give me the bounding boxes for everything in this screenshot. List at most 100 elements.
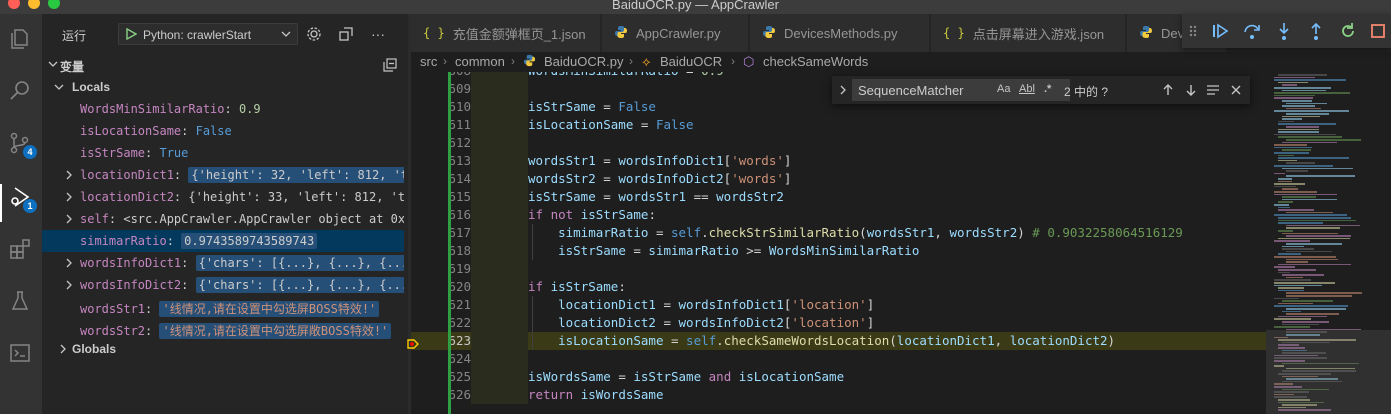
find-input[interactable]: SequenceMatcher Aa Abl .* [852,79,1070,101]
code-line[interactable]: 624 [411,350,1266,368]
continue-icon[interactable] [1210,21,1230,41]
minimap-slider[interactable] [1266,330,1391,414]
variable-row[interactable]: wordsInfoDict2: {'chars': [{...}, {...},… [42,274,404,296]
search-icon[interactable] [7,78,33,104]
tab-label: Dev [1161,25,1185,41]
collapse-all-icon[interactable] [382,57,398,73]
variable-name: wordsStr2 [80,324,146,338]
code-line[interactable]: 625 isWordsSame = isStrSame and isLocatio… [411,368,1266,386]
debug-stackframe-icon[interactable] [407,338,419,350]
minimap-line [1282,196,1316,198]
breadcrumb-item-file[interactable]: BaiduOCR.py [544,54,623,69]
step-over-icon[interactable] [1242,21,1262,41]
testing-icon[interactable] [7,288,33,314]
stop-icon[interactable] [1368,21,1388,41]
globals-scope[interactable]: Globals [42,338,404,360]
line-number: 623 [448,333,471,348]
variable-row[interactable]: wordsStr1: '线情况,请在设置中勾选屏BOSS特效!' [42,296,404,318]
code-line[interactable]: 614 wordsStr2 = wordsInfoDict2['words'] [411,170,1266,188]
tab-recharge-json[interactable]: { } 充值金额弹框页_1.json [411,14,601,52]
run-debug-icon[interactable]: 1 [7,184,37,213]
indent-region [471,296,528,314]
tab-label: 点击屏幕进入游戏.json [972,26,1105,42]
code-line[interactable]: 618 isStrSame = simimarRatio >= WordsMin… [411,242,1266,260]
minimap-line [1282,89,1327,92]
explorer-icon[interactable] [7,26,33,52]
breadcrumb-item-method[interactable]: checkSameWords [763,54,868,69]
code-line[interactable]: 620 if isStrSame: [411,278,1266,296]
regex-icon[interactable]: .* [1044,83,1051,95]
locals-scope[interactable]: Locals [42,76,404,98]
chevron-right-icon[interactable] [64,170,74,180]
launch-config-select[interactable]: Python: crawlerStart [118,23,298,45]
line-number: 608 [411,72,471,78]
code-line[interactable]: 626 return isWordsSame [411,386,1266,404]
tab-appcrawler-py[interactable]: AppCrawler.py [602,14,749,52]
code-editor[interactable]: 608 WordsMinSimilarRatio = 0.9 609 610 isStr… [411,72,1266,414]
chevron-right-icon[interactable] [64,258,74,268]
find-in-selection-icon[interactable] [1205,82,1221,98]
chevron-right-icon[interactable] [64,192,74,202]
variable-row[interactable]: simimarRatio: 0.9743589743589743 [42,230,404,252]
restart-icon[interactable] [1338,21,1358,41]
variable-value: '线情况,请在设置中勾选屏BOSS特效!' [159,301,380,317]
variable-row[interactable]: isLocationSame: False [42,120,404,142]
git-change-gutter [448,72,451,414]
code-line[interactable]: 619 [411,260,1266,278]
debug-toolbar [1182,14,1391,48]
whole-word-icon[interactable]: Abl [1019,83,1035,95]
chevron-right-icon[interactable] [64,280,74,290]
minimap-line [1278,289,1305,292]
code-line[interactable]: 611 isLocationSame = False [411,116,1266,134]
close-icon[interactable] [1228,82,1244,98]
minimap-line [1274,297,1299,300]
variable-row[interactable]: wordsStr2: '线情况,请在设置中勾选屏敞BOSS特效!' [42,318,404,340]
source-control-icon[interactable]: 4 [7,130,37,159]
breadcrumb-item-src[interactable]: src [420,54,437,69]
tab-devicesmethods-py[interactable]: DevicesMethods.py [750,14,930,52]
open-config-icon[interactable] [336,24,356,44]
minimap-line [1274,97,1314,99]
code-line[interactable]: 616 if not isStrSame: [411,206,1266,224]
breadcrumb-item-common[interactable]: common [455,54,505,69]
gear-icon[interactable] [304,24,324,44]
code-line[interactable]: 617 simimarRatio = self.checkStrSimilarR… [411,224,1266,242]
tab-tapscreen-json[interactable]: { } 点击屏幕进入游戏.json [931,14,1126,52]
code-line[interactable]: 615 isStrSame = wordsStr1 == wordsStr2 [411,188,1266,206]
extensions-icon[interactable] [7,236,33,262]
class-icon: ⟡ [642,54,651,69]
match-case-icon[interactable]: Aa [997,83,1010,95]
step-into-icon[interactable] [1274,21,1294,41]
breadcrumb-item-class[interactable]: BaiduOCR [660,54,722,69]
variable-row[interactable]: locationDict2: {'height': 33, 'left': 81… [42,186,404,208]
variable-row[interactable]: isStrSame: True [42,142,404,164]
code-line[interactable]: 612 [411,134,1266,152]
arrow-up-icon[interactable] [1160,82,1176,98]
arrow-down-icon[interactable] [1183,82,1199,98]
window-title: BaiduOCR.py — AppCrawler [612,0,779,12]
chevron-down-icon [54,84,64,90]
minimap-line [1274,92,1350,94]
variable-row[interactable]: wordsInfoDict1: {'chars': [{...}, {...},… [42,252,404,274]
minimap-line [1286,243,1343,245]
variable-row[interactable]: WordsMinSimilarRatio: 0.9 [42,98,404,120]
variable-row[interactable]: locationDict1: {'height': 32, 'left': 81… [42,164,404,186]
variables-section-header[interactable]: 变量 [42,54,408,76]
code-line[interactable]: 613 wordsStr1 = wordsInfoDict1['words'] [411,152,1266,170]
code-line[interactable]: 621 locationDict1 = wordsInfoDict1['loca… [411,296,1266,314]
indent-region [471,386,528,404]
drag-handle-icon[interactable] [1188,21,1198,41]
play-icon[interactable] [125,28,137,40]
run-debug-sidebar: 运行 Python: crawlerStart ··· 变量 Locals Wo… [42,14,408,414]
code-line[interactable]: 623 isLocationSame = self.checkSameWords… [411,332,1266,350]
more-icon[interactable]: ··· [368,24,388,44]
code-line[interactable]: 622 locationDict2 = wordsInfoDict2['loca… [411,314,1266,332]
chevron-right-icon[interactable] [64,214,74,224]
variable-name: isLocationSame [80,124,182,138]
minimap[interactable] [1266,72,1391,414]
step-out-icon[interactable] [1306,21,1326,41]
terminal-icon[interactable] [7,340,33,366]
chevron-right-icon[interactable] [838,84,848,96]
variable-row[interactable]: self: <src.AppCrawler.AppCrawler object … [42,208,404,230]
indent-region [471,134,528,152]
